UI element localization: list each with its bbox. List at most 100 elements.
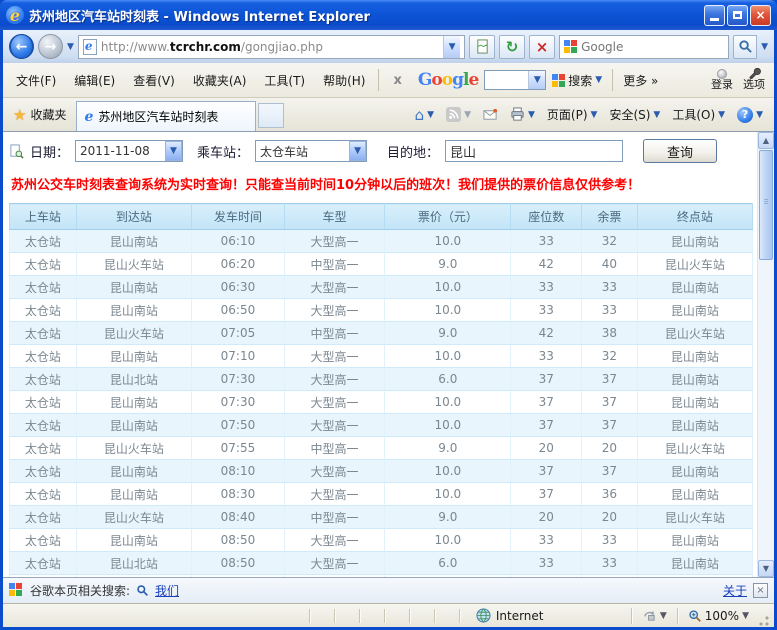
scroll-up-button[interactable]: ▲ [758, 132, 774, 149]
about-link[interactable]: 关于 [723, 582, 747, 599]
query-form: 日期： 2011-11-08▼ 乘车站： 太仓车站▼ 目的地： 查询 [9, 138, 753, 164]
related-search-label: 谷歌本页相关搜索: [30, 582, 130, 599]
menu-file[interactable]: 文件(F) [7, 68, 65, 93]
destination-label: 目的地： [387, 142, 439, 161]
google-search-button[interactable]: 搜索▼ [546, 72, 608, 89]
back-arrow-icon[interactable]: ← [10, 34, 33, 59]
active-tab[interactable]: e 苏州地区汽车站时刻表 [76, 101, 256, 131]
table-row: 太仓站昆山南站08:50大型高一10.03333昆山南站 [10, 529, 753, 552]
table-cell: 太仓站 [10, 276, 77, 299]
zone-label: Internet [496, 609, 544, 623]
scrollbar-thumb[interactable] [759, 150, 773, 260]
search-input[interactable] [581, 40, 724, 54]
table-cell: 37 [582, 460, 638, 483]
table-row: 太仓站昆山火车站06:20中型高一9.04240昆山火车站 [10, 253, 753, 276]
menu-edit[interactable]: 编辑(E) [65, 68, 124, 93]
menu-help[interactable]: 帮助(H) [314, 68, 374, 93]
search-button[interactable] [733, 35, 757, 59]
maximize-button[interactable] [727, 5, 748, 26]
google-icon [564, 40, 577, 53]
table-cell: 大型高一 [284, 414, 384, 437]
related-search-link[interactable]: 我们 [155, 582, 179, 599]
close-button[interactable]: × [750, 5, 771, 26]
page-icon [83, 39, 97, 55]
search-box[interactable] [559, 35, 729, 59]
mail-button[interactable] [478, 107, 503, 122]
date-select[interactable]: 2011-11-08▼ [75, 140, 183, 162]
safety-menu-button[interactable]: 安全(S)▼ [604, 106, 665, 123]
column-header: 座位数 [511, 204, 582, 230]
google-toolbar-close-button[interactable]: x [383, 73, 411, 88]
table-cell: 10.0 [385, 391, 511, 414]
title-bar[interactable]: e 苏州地区汽车站时刻表 - Windows Internet Explorer… [0, 0, 777, 30]
combo-dropdown-icon[interactable]: ▼ [528, 71, 545, 89]
table-cell: 33 [582, 529, 638, 552]
vertical-scrollbar[interactable]: ▲ ▼ [757, 132, 774, 577]
menu-tools[interactable]: 工具(T) [255, 68, 314, 93]
table-cell: 20 [582, 506, 638, 529]
menu-favorites[interactable]: 收藏夹(A) [184, 68, 256, 93]
google-more-button[interactable]: 更多 » [617, 72, 664, 89]
url-text[interactable]: http://www.tcrchr.com/gongjiao.php [101, 40, 439, 54]
table-cell: 昆山南站 [76, 276, 191, 299]
protected-mode-button[interactable]: ▼ [637, 608, 672, 623]
address-bar[interactable]: http://www.tcrchr.com/gongjiao.php ▼ [78, 35, 465, 59]
table-cell: 太仓站 [10, 322, 77, 345]
table-cell: 33 [511, 299, 582, 322]
compatibility-view-button[interactable] [469, 35, 495, 59]
minimize-button[interactable] [704, 5, 725, 26]
table-cell: 40 [582, 253, 638, 276]
home-button[interactable]: ⌂▼ [410, 106, 439, 124]
table-cell: 昆山南站 [637, 552, 752, 575]
history-dropdown-icon[interactable]: ▼ [67, 42, 74, 52]
related-bar-close-button[interactable]: × [753, 583, 768, 598]
scroll-down-button[interactable]: ▼ [758, 560, 774, 577]
forward-button[interactable]: → [38, 34, 63, 59]
menu-view[interactable]: 查看(V) [124, 68, 184, 93]
stop-button[interactable]: × [529, 35, 555, 59]
mail-icon [483, 107, 498, 122]
tab-title: 苏州地区汽车站时刻表 [98, 108, 218, 125]
search-provider-dropdown-icon[interactable]: ▼ [761, 42, 768, 52]
table-cell: 10.0 [385, 345, 511, 368]
destination-input[interactable] [445, 140, 623, 162]
tools-menu-button[interactable]: 工具(O)▼ [667, 106, 730, 123]
favorites-button[interactable]: ★收藏夹 [3, 98, 76, 131]
table-cell: 07:55 [192, 437, 285, 460]
station-select-chevron-icon[interactable]: ▼ [349, 141, 366, 161]
new-tab-button[interactable] [258, 103, 284, 128]
table-cell: 9.0 [385, 437, 511, 460]
query-button[interactable]: 查询 [643, 139, 717, 163]
table-row: 太仓站昆山北站08:50大型高一6.03333昆山南站 [10, 552, 753, 575]
table-cell: 07:10 [192, 345, 285, 368]
table-row: 太仓站昆山南站07:10大型高一10.03332昆山南站 [10, 345, 753, 368]
google-options-button[interactable]: 选项 [738, 68, 770, 91]
table-cell: 37 [511, 460, 582, 483]
table-cell: 37 [582, 414, 638, 437]
column-header: 上车站 [10, 204, 77, 230]
station-label: 乘车站： [197, 142, 249, 161]
date-select-chevron-icon[interactable]: ▼ [165, 141, 182, 161]
help-button[interactable]: ?▼ [732, 107, 768, 123]
zoom-control[interactable]: 100% ▼ [683, 609, 754, 623]
table-cell: 昆山南站 [76, 345, 191, 368]
table-cell: 太仓站 [10, 437, 77, 460]
scrollbar-track[interactable] [758, 261, 774, 560]
table-row: 太仓站昆山南站06:30大型高一10.03333昆山南站 [10, 276, 753, 299]
table-row: 太仓站昆山南站06:10大型高一10.03332昆山南站 [10, 230, 753, 253]
google-login-button[interactable]: 登录 [706, 69, 738, 91]
google-search-combobox[interactable]: ▼ [484, 70, 546, 90]
rss-button[interactable]: ▼ [441, 107, 476, 122]
status-separators [309, 609, 460, 623]
back-button[interactable]: ← [9, 34, 34, 59]
page-menu-button[interactable]: 页面(P)▼ [542, 106, 603, 123]
table-cell: 太仓站 [10, 299, 77, 322]
print-button[interactable]: ▼ [505, 107, 540, 122]
table-cell: 昆山南站 [637, 368, 752, 391]
resize-grip[interactable] [758, 615, 770, 627]
table-cell: 20 [511, 506, 582, 529]
table-cell: 07:30 [192, 391, 285, 414]
station-select[interactable]: 太仓车站▼ [255, 140, 367, 162]
refresh-button[interactable]: ↻ [499, 35, 525, 59]
address-dropdown-icon[interactable]: ▼ [443, 36, 460, 58]
